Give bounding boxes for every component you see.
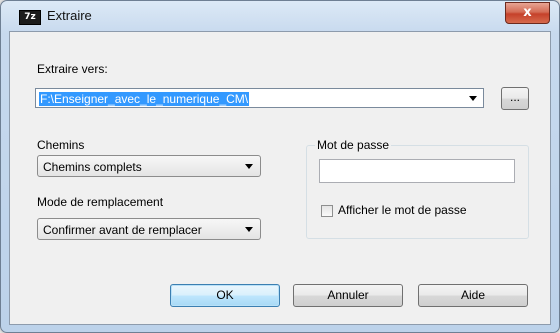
chevron-down-icon[interactable]	[469, 96, 477, 101]
chevron-down-icon	[245, 227, 253, 232]
browse-button-label: ...	[509, 90, 520, 104]
password-groupbox: Mot de passe Afficher le mot de passe	[306, 138, 529, 239]
chevron-down-icon	[245, 164, 253, 169]
password-group-label: Mot de passe	[315, 138, 392, 152]
overwrite-mode-label: Mode de remplacement	[37, 195, 164, 209]
extract-to-path-value[interactable]: F:\Enseigner_avec_le_numerique_CM\	[39, 92, 250, 106]
cancel-button-label: Annuler	[327, 288, 369, 302]
title-bar[interactable]: 7z Extraire x	[1, 1, 559, 30]
ok-button-label: OK	[216, 288, 234, 302]
extract-dialog: 7z Extraire x Extraire vers: F:\Enseigne…	[0, 0, 560, 333]
paths-selected-value: Chemins complets	[43, 160, 142, 174]
extract-to-label: Extraire vers:	[37, 62, 108, 76]
show-password-checkbox[interactable]	[321, 205, 333, 217]
close-icon: x	[523, 5, 532, 20]
paths-dropdown[interactable]: Chemins complets	[37, 155, 261, 177]
ok-button[interactable]: OK	[170, 284, 280, 307]
7zip-app-icon: 7z	[19, 10, 41, 25]
help-button[interactable]: Aide	[418, 284, 528, 307]
cancel-button[interactable]: Annuler	[293, 284, 403, 307]
dialog-title: Extraire	[47, 8, 92, 23]
dialog-client-area: Extraire vers: F:\Enseigner_avec_le_nume…	[9, 31, 551, 325]
help-button-label: Aide	[460, 288, 486, 302]
password-input[interactable]	[319, 159, 515, 183]
overwrite-mode-dropdown[interactable]: Confirmer avant de remplacer	[37, 218, 261, 240]
show-password-label[interactable]: Afficher le mot de passe	[338, 203, 467, 217]
browse-button[interactable]: ...	[501, 87, 529, 110]
close-button[interactable]: x	[505, 2, 550, 24]
extract-to-combobox[interactable]: F:\Enseigner_avec_le_numerique_CM\	[35, 88, 484, 108]
paths-label: Chemins	[37, 138, 85, 152]
overwrite-mode-selected-value: Confirmer avant de remplacer	[43, 223, 202, 237]
